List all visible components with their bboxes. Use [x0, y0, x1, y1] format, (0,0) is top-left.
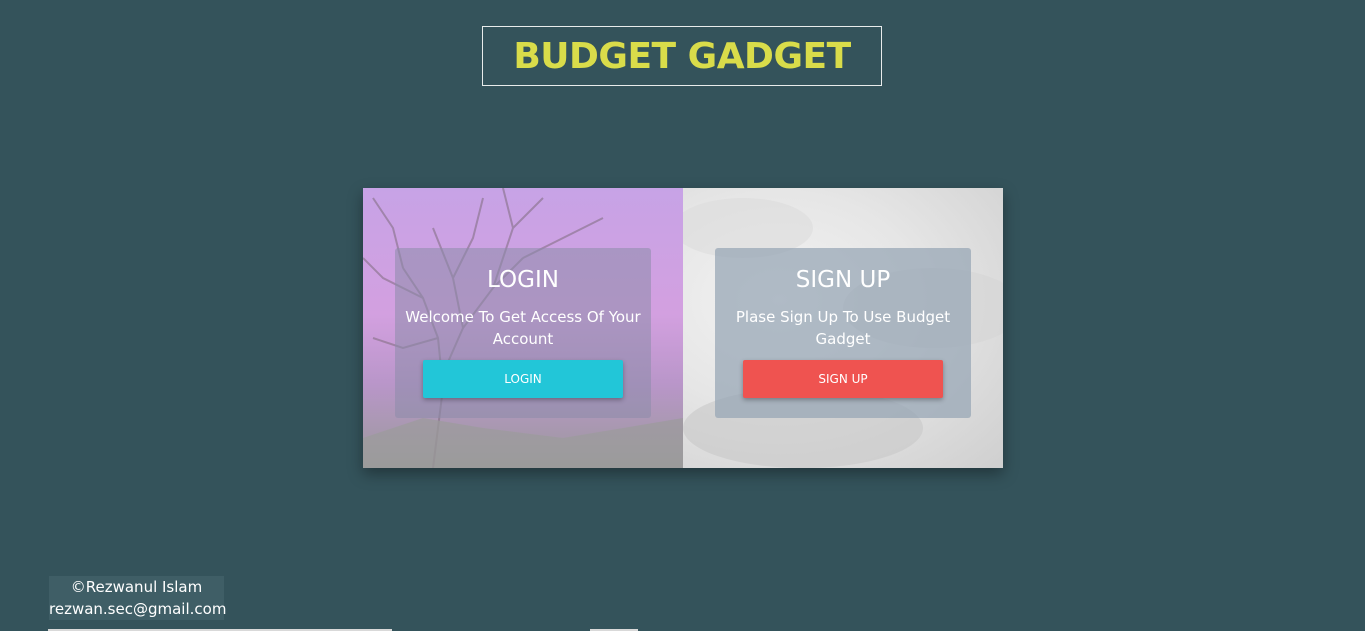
brand-box: BUDGET GADGET: [482, 26, 882, 86]
landing-page: BUDGET GADGET LOGIN Welcome To Get Acces…: [0, 0, 1365, 631]
page-title: BUDGET GADGET: [513, 35, 851, 77]
signup-panel: SIGN UP Plase Sign Up To Use Budget Gadg…: [715, 248, 971, 418]
copyright-text: ©Rezwanul Islam: [70, 578, 203, 596]
login-description: Welcome To Get Access Of Your Account: [405, 308, 641, 348]
signup-heading: SIGN UP: [795, 267, 891, 293]
footer: ©Rezwanul Islam rezwan.sec@gmail.com: [49, 576, 227, 620]
signup-button[interactable]: SIGN UP: [743, 360, 943, 398]
login-panel: LOGIN Welcome To Get Access Of Your Acco…: [395, 248, 651, 418]
login-heading: LOGIN: [487, 267, 559, 293]
auth-card: LOGIN Welcome To Get Access Of Your Acco…: [363, 188, 1003, 468]
login-section: LOGIN Welcome To Get Access Of Your Acco…: [363, 188, 683, 468]
signup-description: Plase Sign Up To Use Budget Gadget: [735, 308, 951, 348]
signup-section: SIGN UP Plase Sign Up To Use Budget Gadg…: [683, 188, 1003, 468]
contact-email: rezwan.sec@gmail.com: [49, 600, 227, 618]
login-button[interactable]: LOGIN: [423, 360, 623, 398]
